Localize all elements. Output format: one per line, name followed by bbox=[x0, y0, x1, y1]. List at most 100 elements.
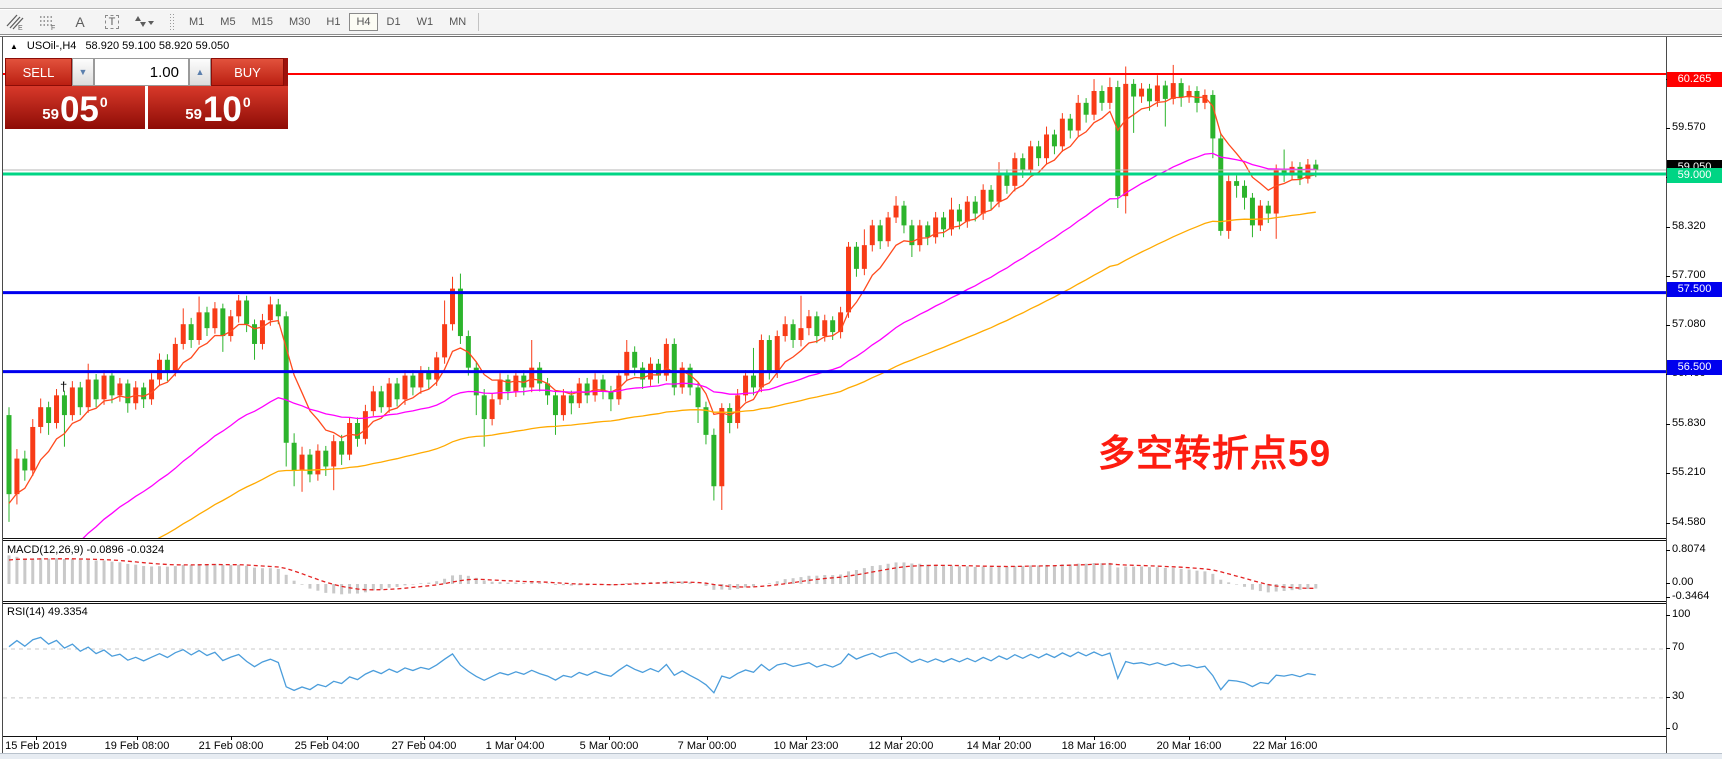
panel-separator[interactable] bbox=[2, 538, 1666, 539]
price-tick-label: 54.580 bbox=[1672, 516, 1706, 528]
rsi-tick-label: 70 bbox=[1672, 641, 1684, 653]
ohlc-values: 58.920 59.100 58.920 59.050 bbox=[85, 40, 229, 52]
macd-tick-label: -0.3464 bbox=[1672, 590, 1709, 602]
time-tick-label: 19 Feb 08:00 bbox=[105, 740, 170, 752]
time-tick-label: 22 Mar 16:00 bbox=[1253, 740, 1318, 752]
one-click-trade-panel: SELL ▼ 1.00 ▲ BUY 59 05 0 59 10 0 bbox=[5, 58, 288, 129]
sell-price-sup: 0 bbox=[100, 94, 108, 110]
price-tick-label: 55.210 bbox=[1672, 466, 1706, 478]
sell-price-small: 59 bbox=[42, 106, 59, 123]
buy-price-sup: 0 bbox=[243, 94, 251, 110]
time-tick-label: 27 Feb 04:00 bbox=[392, 740, 457, 752]
timeframe-group: M1M5M15M30H1H4D1W1MN bbox=[181, 13, 474, 31]
buy-button[interactable]: BUY bbox=[211, 58, 284, 86]
time-tick-label: 10 Mar 23:00 bbox=[774, 740, 839, 752]
rsi-indicator-label: RSI(14) 49.3354 bbox=[7, 606, 88, 618]
volume-down-button[interactable]: ▼ bbox=[72, 58, 94, 86]
price-tick bbox=[1666, 227, 1670, 228]
price-tick bbox=[1666, 276, 1670, 277]
timeframe-mn[interactable]: MN bbox=[442, 13, 473, 31]
rsi-tick bbox=[1666, 728, 1670, 729]
price-tick-label: 57.700 bbox=[1672, 269, 1706, 281]
svg-text:E: E bbox=[18, 25, 23, 31]
price-badge: 56.500 bbox=[1667, 360, 1722, 375]
timeframe-m15[interactable]: M15 bbox=[245, 13, 280, 31]
timeframe-m1[interactable]: M1 bbox=[182, 13, 211, 31]
equidistant-channel-icon[interactable]: E bbox=[3, 11, 29, 33]
toolbar-drag-handle[interactable] bbox=[170, 14, 175, 30]
timeframe-h4[interactable]: H4 bbox=[349, 13, 377, 31]
rsi-tick-label: 100 bbox=[1672, 608, 1690, 620]
buy-price-display[interactable]: 59 10 0 bbox=[148, 86, 288, 129]
symbol-timeframe: USOil-,H4 bbox=[27, 40, 77, 52]
panel-separator[interactable] bbox=[2, 603, 1666, 604]
time-tick-label: 14 Mar 20:00 bbox=[967, 740, 1032, 752]
chart-annotation-text: 多空转折点59 bbox=[1098, 423, 1331, 477]
chart-window[interactable]: ▲ USOil-,H4 58.920 59.100 58.920 59.050 … bbox=[0, 36, 1722, 753]
timeframe-m30[interactable]: M30 bbox=[282, 13, 317, 31]
macd-tick-label: 0.8074 bbox=[1672, 543, 1706, 555]
price-badge: 59.000 bbox=[1667, 168, 1722, 183]
price-tick bbox=[1666, 128, 1670, 129]
buy-price-small: 59 bbox=[185, 106, 202, 123]
upper-toolbar-strip bbox=[0, 0, 1722, 9]
sell-price-big: 05 bbox=[60, 94, 99, 126]
rsi-tick bbox=[1666, 697, 1670, 698]
macd-tick bbox=[1666, 583, 1670, 584]
buy-price-big: 10 bbox=[203, 94, 242, 126]
price-tick bbox=[1666, 523, 1670, 524]
price-tick-label: 55.830 bbox=[1672, 417, 1706, 429]
trading-terminal: E F A T M1M5M15M30H1H4D1W1MN bbox=[0, 0, 1722, 759]
text-box-icon[interactable]: T bbox=[99, 11, 125, 33]
macd-tick-label: 0.00 bbox=[1672, 576, 1693, 588]
time-axis[interactable]: 15 Feb 201919 Feb 08:0021 Feb 08:0025 Fe… bbox=[0, 737, 1722, 753]
price-tick bbox=[1666, 473, 1670, 474]
volume-input[interactable]: 1.00 bbox=[94, 58, 189, 86]
toolbar-separator bbox=[478, 13, 479, 31]
timeframe-m5[interactable]: M5 bbox=[213, 13, 242, 31]
price-tick-label: 57.080 bbox=[1672, 318, 1706, 330]
macd-indicator-label: MACD(12,26,9) -0.0896 -0.0324 bbox=[7, 544, 164, 556]
svg-text:F: F bbox=[51, 25, 55, 31]
sell-price-display[interactable]: 59 05 0 bbox=[5, 86, 145, 129]
price-tick-label: 59.570 bbox=[1672, 121, 1706, 133]
volume-up-button[interactable]: ▲ bbox=[189, 58, 211, 86]
timeframe-d1[interactable]: D1 bbox=[380, 13, 408, 31]
time-tick-label: 21 Feb 08:00 bbox=[199, 740, 264, 752]
text-label-icon[interactable]: A bbox=[67, 11, 93, 33]
time-tick-label: 5 Mar 00:00 bbox=[580, 740, 639, 752]
macd-tick bbox=[1666, 550, 1670, 551]
time-tick-label: 1 Mar 04:00 bbox=[486, 740, 545, 752]
price-badge: 60.265 bbox=[1667, 72, 1722, 87]
rsi-tick-label: 0 bbox=[1672, 721, 1678, 733]
panel-separator[interactable] bbox=[2, 601, 1666, 602]
arrows-icon[interactable] bbox=[131, 11, 157, 33]
axis-divider bbox=[1666, 37, 1667, 753]
chart-ohlc-header: ▲ USOil-,H4 58.920 59.100 58.920 59.050 bbox=[10, 40, 229, 52]
time-tick-label: 12 Mar 20:00 bbox=[869, 740, 934, 752]
sell-button[interactable]: SELL bbox=[5, 58, 72, 86]
chart-toolbar: E F A T M1M5M15M30H1H4D1W1MN bbox=[0, 10, 1722, 35]
rsi-tick bbox=[1666, 615, 1670, 616]
price-badge: 57.500 bbox=[1667, 282, 1722, 297]
cross-marker: † bbox=[60, 379, 67, 394]
price-tick bbox=[1666, 424, 1670, 425]
rsi-tick-label: 30 bbox=[1672, 690, 1684, 702]
panel-separator[interactable] bbox=[2, 540, 1666, 541]
macd-tick bbox=[1666, 597, 1670, 598]
window-left-border bbox=[2, 37, 3, 753]
timeframe-w1[interactable]: W1 bbox=[410, 13, 441, 31]
rsi-tick bbox=[1666, 648, 1670, 649]
collapse-arrow-icon[interactable]: ▲ bbox=[10, 42, 18, 51]
time-tick-label: 20 Mar 16:00 bbox=[1157, 740, 1222, 752]
price-tick bbox=[1666, 325, 1670, 326]
rsi-panel[interactable] bbox=[3, 604, 1666, 735]
macd-panel[interactable] bbox=[3, 542, 1666, 602]
fibonacci-icon[interactable]: F bbox=[35, 11, 61, 33]
status-strip bbox=[0, 753, 1722, 759]
price-tick-label: 58.320 bbox=[1672, 220, 1706, 232]
time-tick-label: 15 Feb 2019 bbox=[5, 740, 67, 752]
time-tick-label: 18 Mar 16:00 bbox=[1062, 740, 1127, 752]
timeframe-h1[interactable]: H1 bbox=[319, 13, 347, 31]
time-tick-label: 7 Mar 00:00 bbox=[678, 740, 737, 752]
